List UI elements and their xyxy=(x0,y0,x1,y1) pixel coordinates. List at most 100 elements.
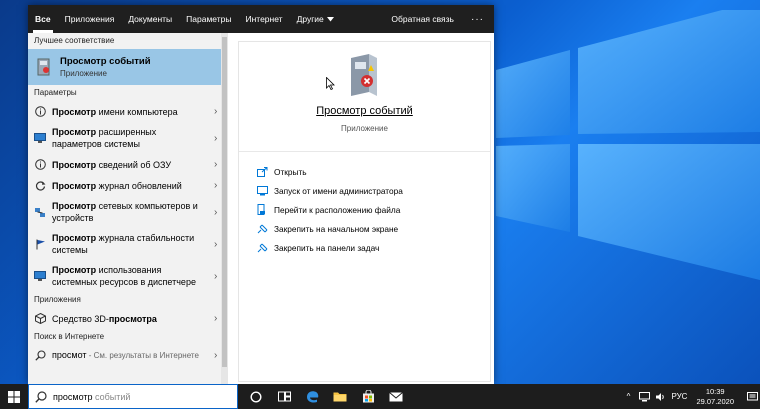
sync-icon xyxy=(34,180,46,192)
setting-item-network-computers[interactable]: Просмотр сетевых компьютеров и устройств… xyxy=(28,196,228,228)
setting-item-label: Просмотр имени компьютера xyxy=(52,106,178,117)
chevron-right-icon[interactable]: › xyxy=(214,271,217,282)
clock-time: 10:39 xyxy=(705,386,725,396)
notifications-icon[interactable] xyxy=(744,391,760,402)
setting-item-ram-info[interactable]: Просмотр сведений об ОЗУ › xyxy=(28,154,228,175)
action-run-as-admin-label: Запуск от имени администратора xyxy=(274,185,403,196)
app-preview-title[interactable]: Просмотр событий xyxy=(239,105,490,117)
info-icon xyxy=(34,106,46,118)
app-preview-pane: Просмотр событий Приложение Открыть Запу… xyxy=(238,41,491,382)
best-match-title: Просмотр событий xyxy=(60,56,151,67)
cortana-button[interactable] xyxy=(242,384,270,409)
language-indicator[interactable]: РУС xyxy=(668,392,690,401)
best-match-item[interactable]: Просмотр событий Приложение xyxy=(28,49,228,85)
tab-more[interactable]: Другие xyxy=(290,5,341,33)
store-icon xyxy=(362,390,374,403)
tab-apps[interactable]: Приложения xyxy=(58,5,122,33)
flag-icon xyxy=(34,238,46,250)
results-list: Лучшее соответствие Просмотр событий При… xyxy=(28,33,228,384)
best-match-subtitle: Приложение xyxy=(60,69,107,78)
setting-item-advanced-system[interactable]: Просмотр расширенных параметров системы … xyxy=(28,122,228,154)
mail-button[interactable] xyxy=(382,384,410,409)
caret-down-icon xyxy=(326,16,334,21)
task-view-icon xyxy=(277,391,291,402)
3d-viewer-icon xyxy=(34,313,46,325)
clock-date: 29.07.2020 xyxy=(696,396,734,406)
results-scrollbar[interactable] xyxy=(221,33,228,384)
task-view-button[interactable] xyxy=(270,384,298,409)
action-open-file-location[interactable]: Перейти к расположению файла xyxy=(239,200,490,219)
action-open[interactable]: Открыть xyxy=(239,162,490,181)
file-explorer-button[interactable] xyxy=(326,384,354,409)
monitor-icon xyxy=(34,270,46,282)
taskbar: просмотр событий ^ РУС 10:39 29.07.2020 xyxy=(0,384,760,409)
best-match-header: Лучшее соответствие xyxy=(34,36,115,45)
chevron-right-icon[interactable]: › xyxy=(214,350,217,361)
apps-header: Приложения xyxy=(34,295,81,304)
app-actions-list: Открыть Запуск от имени администратора П… xyxy=(239,152,490,257)
action-pin-to-start-label: Закрепить на начальном экране xyxy=(274,223,399,234)
search-icon xyxy=(35,390,47,403)
chevron-right-icon[interactable]: › xyxy=(214,133,217,144)
setting-item-label: Просмотр журнал обновлений xyxy=(52,180,182,191)
open-icon xyxy=(257,166,269,177)
search-query-text: просмотр событий xyxy=(53,391,131,402)
windows-start-icon xyxy=(8,390,20,403)
cortana-icon xyxy=(250,390,262,403)
app-item-label: Средство 3D-просмотра xyxy=(52,313,157,324)
app-item-3d-viewer[interactable]: Средство 3D-просмотра › xyxy=(28,308,228,329)
clock[interactable]: 10:39 29.07.2020 xyxy=(696,387,734,407)
setting-item-stability-log[interactable]: Просмотр журнала стабильности системы › xyxy=(28,228,228,260)
action-run-as-admin[interactable]: Запуск от имени администратора xyxy=(239,181,490,200)
setting-item-label: Просмотр журнала стабильности системы xyxy=(52,233,195,255)
settings-header: Параметры xyxy=(34,88,77,97)
start-button[interactable] xyxy=(0,384,28,409)
tab-all[interactable]: Все xyxy=(28,5,58,33)
chevron-right-icon[interactable]: › xyxy=(214,106,217,117)
setting-item-label: Просмотр использования системных ресурсо… xyxy=(52,265,196,287)
pin-icon xyxy=(257,243,269,253)
setting-item-computer-name[interactable]: Просмотр имени компьютера › xyxy=(28,101,228,122)
info-icon xyxy=(34,159,46,171)
volume-icon[interactable] xyxy=(652,392,668,402)
pin-icon xyxy=(257,224,269,234)
chevron-right-icon[interactable]: › xyxy=(214,159,217,170)
setting-item-resource-usage[interactable]: Просмотр использования системных ресурсо… xyxy=(28,260,228,292)
start-search-menu: Все Приложения Документы Параметры Интер… xyxy=(28,5,494,384)
setting-item-label: Просмотр расширенных параметров системы xyxy=(52,127,157,149)
tab-settings[interactable]: Параметры xyxy=(179,5,238,33)
tab-internet[interactable]: Интернет xyxy=(238,5,289,33)
app-preview-type: Приложение xyxy=(341,124,388,133)
search-icon xyxy=(34,350,46,362)
action-open-label: Открыть xyxy=(274,166,307,177)
network-status-icon[interactable] xyxy=(636,391,652,402)
chevron-right-icon[interactable]: › xyxy=(214,207,217,218)
setting-item-update-history[interactable]: Просмотр журнал обновлений › xyxy=(28,175,228,196)
web-search-label: просмот - См. результаты в Интернете xyxy=(52,350,199,360)
chevron-right-icon[interactable]: › xyxy=(214,239,217,250)
feedback-link[interactable]: Обратная связь xyxy=(384,5,461,33)
setting-item-label: Просмотр сведений об ОЗУ xyxy=(52,159,172,170)
folder-icon xyxy=(333,392,347,402)
chevron-up-icon[interactable]: ^ xyxy=(620,392,636,401)
edge-icon xyxy=(306,391,318,403)
chevron-right-icon[interactable]: › xyxy=(214,313,217,324)
event-viewer-large-icon xyxy=(351,54,377,96)
desktop-windows-logo xyxy=(496,10,760,280)
edge-button[interactable] xyxy=(298,384,326,409)
scrollbar-thumb[interactable] xyxy=(222,37,227,367)
event-viewer-icon xyxy=(37,58,50,76)
admin-icon xyxy=(257,185,269,196)
action-pin-to-taskbar-label: Закрепить на панели задач xyxy=(274,242,380,253)
taskbar-search-input[interactable]: просмотр событий xyxy=(28,384,238,409)
action-pin-to-start[interactable]: Закрепить на начальном экране xyxy=(239,219,490,238)
web-search-item[interactable]: просмот - См. результаты в Интернете › xyxy=(28,345,228,366)
app-preview-header: Просмотр событий Приложение xyxy=(239,42,490,152)
action-open-file-location-label: Перейти к расположению файла xyxy=(274,204,401,215)
file-location-icon xyxy=(257,204,269,215)
more-options-button[interactable]: ··· xyxy=(461,14,494,25)
store-button[interactable] xyxy=(354,384,382,409)
chevron-right-icon[interactable]: › xyxy=(214,180,217,191)
tab-documents[interactable]: Документы xyxy=(121,5,179,33)
action-pin-to-taskbar[interactable]: Закрепить на панели задач xyxy=(239,238,490,257)
